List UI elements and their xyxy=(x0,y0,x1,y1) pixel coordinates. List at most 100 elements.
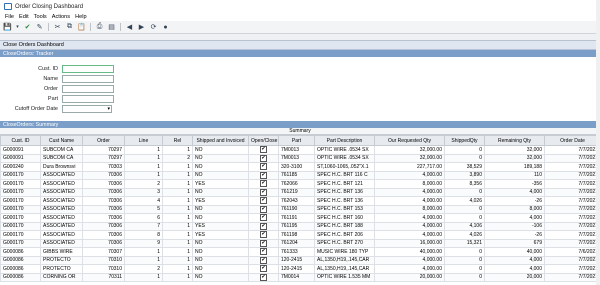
order-input[interactable] xyxy=(62,85,114,93)
cell-remaining-qty[interactable]: 8,000 xyxy=(484,204,545,214)
cell-part[interactable]: 120-2415 xyxy=(278,264,315,274)
cell-cust-name[interactable]: ASSOCIATED xyxy=(40,196,83,206)
cell-cust-name[interactable]: ASSOCIATED xyxy=(40,221,83,231)
cell-shipped-invoiced[interactable]: NO xyxy=(192,162,249,172)
cell-rel[interactable]: 1 xyxy=(162,196,193,206)
cell-order-date[interactable]: 7/7/2021 xyxy=(544,221,600,231)
cell-order-date[interactable]: 7/6/2021 xyxy=(544,247,600,257)
cell-rel[interactable]: 1 xyxy=(162,179,193,189)
cell-part[interactable]: 762043 xyxy=(278,196,315,206)
cell-part[interactable]: 7M0013 xyxy=(278,145,315,155)
cell-shipped-qty[interactable]: 0 xyxy=(444,264,485,274)
cell-open-close[interactable]: ✔ xyxy=(248,162,279,172)
cell-shipped-qty[interactable]: 15,321 xyxy=(444,238,485,248)
cell-cust-id[interactable]: G000170 xyxy=(0,187,41,197)
cell-open-close[interactable]: ✔ xyxy=(248,272,279,282)
table-row[interactable]: G000240 Dura Brownsvi 70303 1 1 NO ✔ 320-3100 ST… xyxy=(0,162,600,172)
open-close-checkbox[interactable]: ✔ xyxy=(260,256,267,264)
cell-line[interactable]: 4 xyxy=(124,196,163,206)
cell-cust-name[interactable]: ASSOCIATED xyxy=(40,238,83,248)
cell-part[interactable]: 761190 xyxy=(278,204,315,214)
cutoff-date-select[interactable]: ▾ xyxy=(62,105,112,113)
print-preview-icon[interactable]: ▤ xyxy=(107,23,116,32)
table-row[interactable]: G000170 ASSOCIATED 70306 5 1 NO ✔ 761190 SPEC H.… xyxy=(0,204,600,214)
table-row[interactable]: G000170 ASSOCIATED 70306 6 1 NO ✔ 761191 SPEC H.… xyxy=(0,213,600,223)
cell-remaining-qty[interactable]: 4,000 xyxy=(484,213,545,223)
cell-part-description[interactable]: SPEC H.C. BRT 121 xyxy=(314,179,375,189)
vertical-scrollbar[interactable] xyxy=(596,0,600,285)
col-order[interactable]: Order xyxy=(82,135,125,146)
cell-order-date[interactable]: 7/7/2021 xyxy=(544,272,600,282)
cell-part-description[interactable]: SPEC H.C. BRT 136 xyxy=(314,187,375,197)
print-icon[interactable]: ⎙ xyxy=(95,23,104,32)
cut-icon[interactable]: ✂ xyxy=(53,23,62,32)
menu-tools[interactable]: Tools xyxy=(34,14,47,20)
cell-shipped-qty[interactable]: 3,890 xyxy=(444,170,485,180)
col-requested-qty[interactable]: Our Requested Qty xyxy=(374,135,445,146)
cell-remaining-qty[interactable]: 40,000 xyxy=(484,247,545,257)
cust-id-input[interactable] xyxy=(62,65,114,73)
table-row[interactable]: G000170 ASSOCIATED 70306 8 1 YES ✔ 761198 SPEC H… xyxy=(0,230,600,240)
cell-part-description[interactable]: ST,1060-1065,.052"X.1 xyxy=(314,162,375,172)
cell-rel[interactable]: 1 xyxy=(162,272,193,282)
col-line[interactable]: Line xyxy=(124,135,163,146)
menu-actions[interactable]: Actions xyxy=(52,14,70,20)
cell-part-description[interactable]: AL,1350,H19,.145,CAR xyxy=(314,264,375,274)
cell-cust-name[interactable]: Dura Brownsvi xyxy=(40,162,83,172)
cell-rel[interactable]: 1 xyxy=(162,187,193,197)
cell-open-close[interactable]: ✔ xyxy=(248,170,279,180)
cell-order[interactable]: 70306 xyxy=(82,179,125,189)
cell-order[interactable]: 70311 xyxy=(82,272,125,282)
cell-rel[interactable]: 1 xyxy=(162,264,193,274)
cell-remaining-qty[interactable]: -106 xyxy=(484,221,545,231)
cell-open-close[interactable]: ✔ xyxy=(248,230,279,240)
col-shipped-qty[interactable]: ShippedQty xyxy=(444,135,485,146)
cell-shipped-invoiced[interactable]: NO xyxy=(192,153,249,163)
table-row[interactable]: G000170 ASSOCIATED 70306 2 1 YES ✔ 762066 SPEC H… xyxy=(0,179,600,189)
cell-order[interactable]: 70303 xyxy=(82,162,125,172)
cell-requested-qty[interactable]: 4,000.00 xyxy=(374,255,445,265)
cell-shipped-invoiced[interactable]: NO xyxy=(192,272,249,282)
cell-shipped-qty[interactable]: 4,026 xyxy=(444,196,485,206)
cell-line[interactable]: 1 xyxy=(124,162,163,172)
cell-part-description[interactable]: SPEC H.C. BRT 136 xyxy=(314,196,375,206)
open-close-checkbox[interactable]: ✔ xyxy=(260,163,267,171)
cell-requested-qty[interactable]: 32,000.00 xyxy=(374,153,445,163)
cell-cust-name[interactable]: ASSOCIATED xyxy=(40,187,83,197)
cell-rel[interactable]: 1 xyxy=(162,204,193,214)
cell-cust-id[interactable]: G000091 xyxy=(0,153,41,163)
cell-shipped-invoiced[interactable]: NO xyxy=(192,204,249,214)
cell-part[interactable]: 761195 xyxy=(278,221,315,231)
cell-requested-qty[interactable]: 4,000.00 xyxy=(374,264,445,274)
cell-order[interactable]: 70310 xyxy=(82,264,125,274)
table-row[interactable]: G000170 ASSOCIATED 70306 7 1 YES ✔ 761195 SPEC H… xyxy=(0,221,600,231)
paste-icon[interactable]: 📋 xyxy=(77,23,86,32)
cell-remaining-qty[interactable]: -356 xyxy=(484,179,545,189)
cell-order-date[interactable]: 7/7/2021 xyxy=(544,145,600,155)
cell-remaining-qty[interactable]: 4,000 xyxy=(484,264,545,274)
cell-cust-id[interactable]: G000086 xyxy=(0,272,41,282)
cell-requested-qty[interactable]: 4,000.00 xyxy=(374,187,445,197)
cell-cust-name[interactable]: SUBCOM CA xyxy=(40,145,83,155)
cell-requested-qty[interactable]: 40,000.00 xyxy=(374,247,445,257)
cell-part-description[interactable]: SPEC H.C. BRT 270 xyxy=(314,238,375,248)
cell-shipped-qty[interactable]: 0 xyxy=(444,247,485,257)
col-open-close[interactable]: Open/Close xyxy=(248,135,279,146)
cell-requested-qty[interactable]: 227,717.00 xyxy=(374,162,445,172)
cell-open-close[interactable]: ✔ xyxy=(248,187,279,197)
cell-order-date[interactable]: 7/7/2021 xyxy=(544,204,600,214)
cell-remaining-qty[interactable]: 110 xyxy=(484,170,545,180)
cell-shipped-invoiced[interactable]: NO xyxy=(192,247,249,257)
cell-order-date[interactable]: 7/7/2021 xyxy=(544,255,600,265)
cell-line[interactable]: 1 xyxy=(124,255,163,265)
cell-order[interactable]: 70306 xyxy=(82,187,125,197)
cell-shipped-qty[interactable]: 0 xyxy=(444,145,485,155)
cell-part[interactable]: 120-2415 xyxy=(278,255,315,265)
open-close-checkbox[interactable]: ✔ xyxy=(260,222,267,230)
cell-part[interactable]: 7M0013 xyxy=(278,153,315,163)
cell-line[interactable]: 5 xyxy=(124,204,163,214)
cell-remaining-qty[interactable]: 189,188 xyxy=(484,162,545,172)
cell-remaining-qty[interactable]: 4,000 xyxy=(484,187,545,197)
cell-cust-name[interactable]: CORNING OR xyxy=(40,272,83,282)
cell-rel[interactable]: 2 xyxy=(162,153,193,163)
